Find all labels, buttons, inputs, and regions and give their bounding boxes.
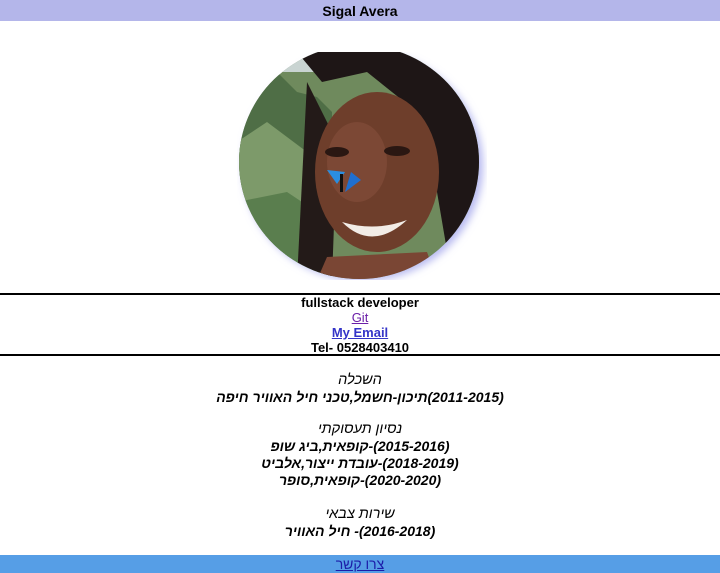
email-link[interactable]: My Email [332, 325, 388, 340]
education-heading: השכלה [338, 372, 382, 388]
military-item: (2016-2018)- חיל האוויר [284, 523, 436, 539]
experience-item: (2018-2019)-עובדת ייצור,אלביט [261, 455, 459, 471]
experience-item: (2015-2016)-קופאית,ביג שופ [270, 438, 450, 454]
page-header-name: Sigal Avera [0, 0, 720, 21]
experience-item: (2020-2020)-קופאית,סופר [278, 472, 442, 488]
role-label: fullstack developer [301, 295, 419, 310]
profile-card: fullstack developer Git My Email Tel- 05… [0, 295, 720, 355]
phone-label: Tel- 0528403410 [310, 340, 410, 355]
profile-photo [237, 52, 487, 280]
experience-heading: נסיון תעסוקתי [317, 421, 403, 437]
education-item: (2011-2015)תיכון-חשמל,טכני חיל האוויר חי… [216, 389, 504, 405]
contact-link[interactable]: צרו קשר [336, 556, 385, 572]
education-section: השכלה (2011-2015)תיכון-חשמל,טכני חיל האו… [0, 371, 720, 406]
military-heading: שירות צבאי [325, 506, 395, 522]
military-section: שירות צבאי (2016-2018)- חיל האוויר [0, 505, 720, 540]
experience-section: נסיון תעסוקתי (2015-2016)-קופאית,ביג שופ… [0, 420, 720, 489]
footer-bar: צרו קשר [0, 555, 720, 573]
git-link[interactable]: Git [352, 310, 369, 325]
bottom-divider [0, 354, 720, 356]
